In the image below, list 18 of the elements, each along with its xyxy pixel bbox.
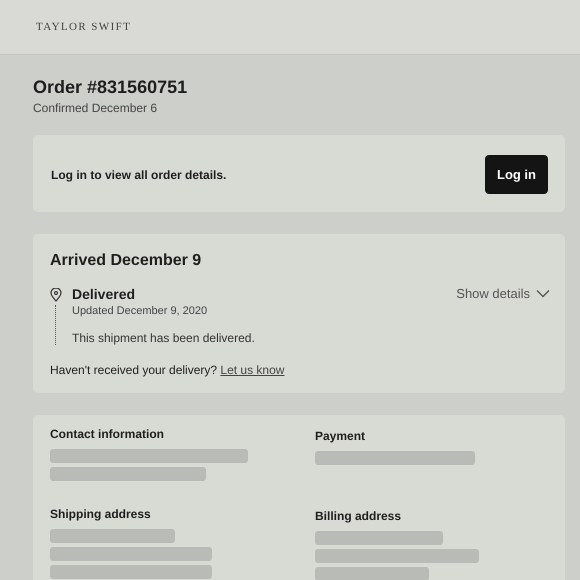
let-us-know-link[interactable]: Let us know [220, 363, 284, 377]
chevron-icon [536, 289, 550, 298]
login-message: Log in to view all order details. [51, 168, 226, 182]
status-updated: Updated December 9, 2020 [72, 305, 208, 317]
show-details-toggle[interactable]: Show details [456, 286, 550, 301]
location-pin-icon [50, 288, 62, 302]
section-heading: Contact information [50, 427, 165, 441]
section-heading: Billing address [315, 509, 402, 523]
shipment-title: Arrived December 9 [50, 252, 202, 270]
delivery-question: Haven't received your delivery? [50, 363, 218, 377]
brand-logo[interactable]: TAYLOR SWIFT [36, 21, 132, 33]
shipment-note: This shipment has been delivered. [72, 331, 256, 345]
section-heading: Shipping address [50, 507, 152, 521]
login-button[interactable]: Log in [485, 155, 548, 194]
status-label: Delivered [72, 286, 136, 302]
order-date: Confirmed December 6 [33, 101, 158, 115]
order-title: Order #831560751 [33, 77, 188, 98]
section-heading: Payment [315, 429, 366, 443]
